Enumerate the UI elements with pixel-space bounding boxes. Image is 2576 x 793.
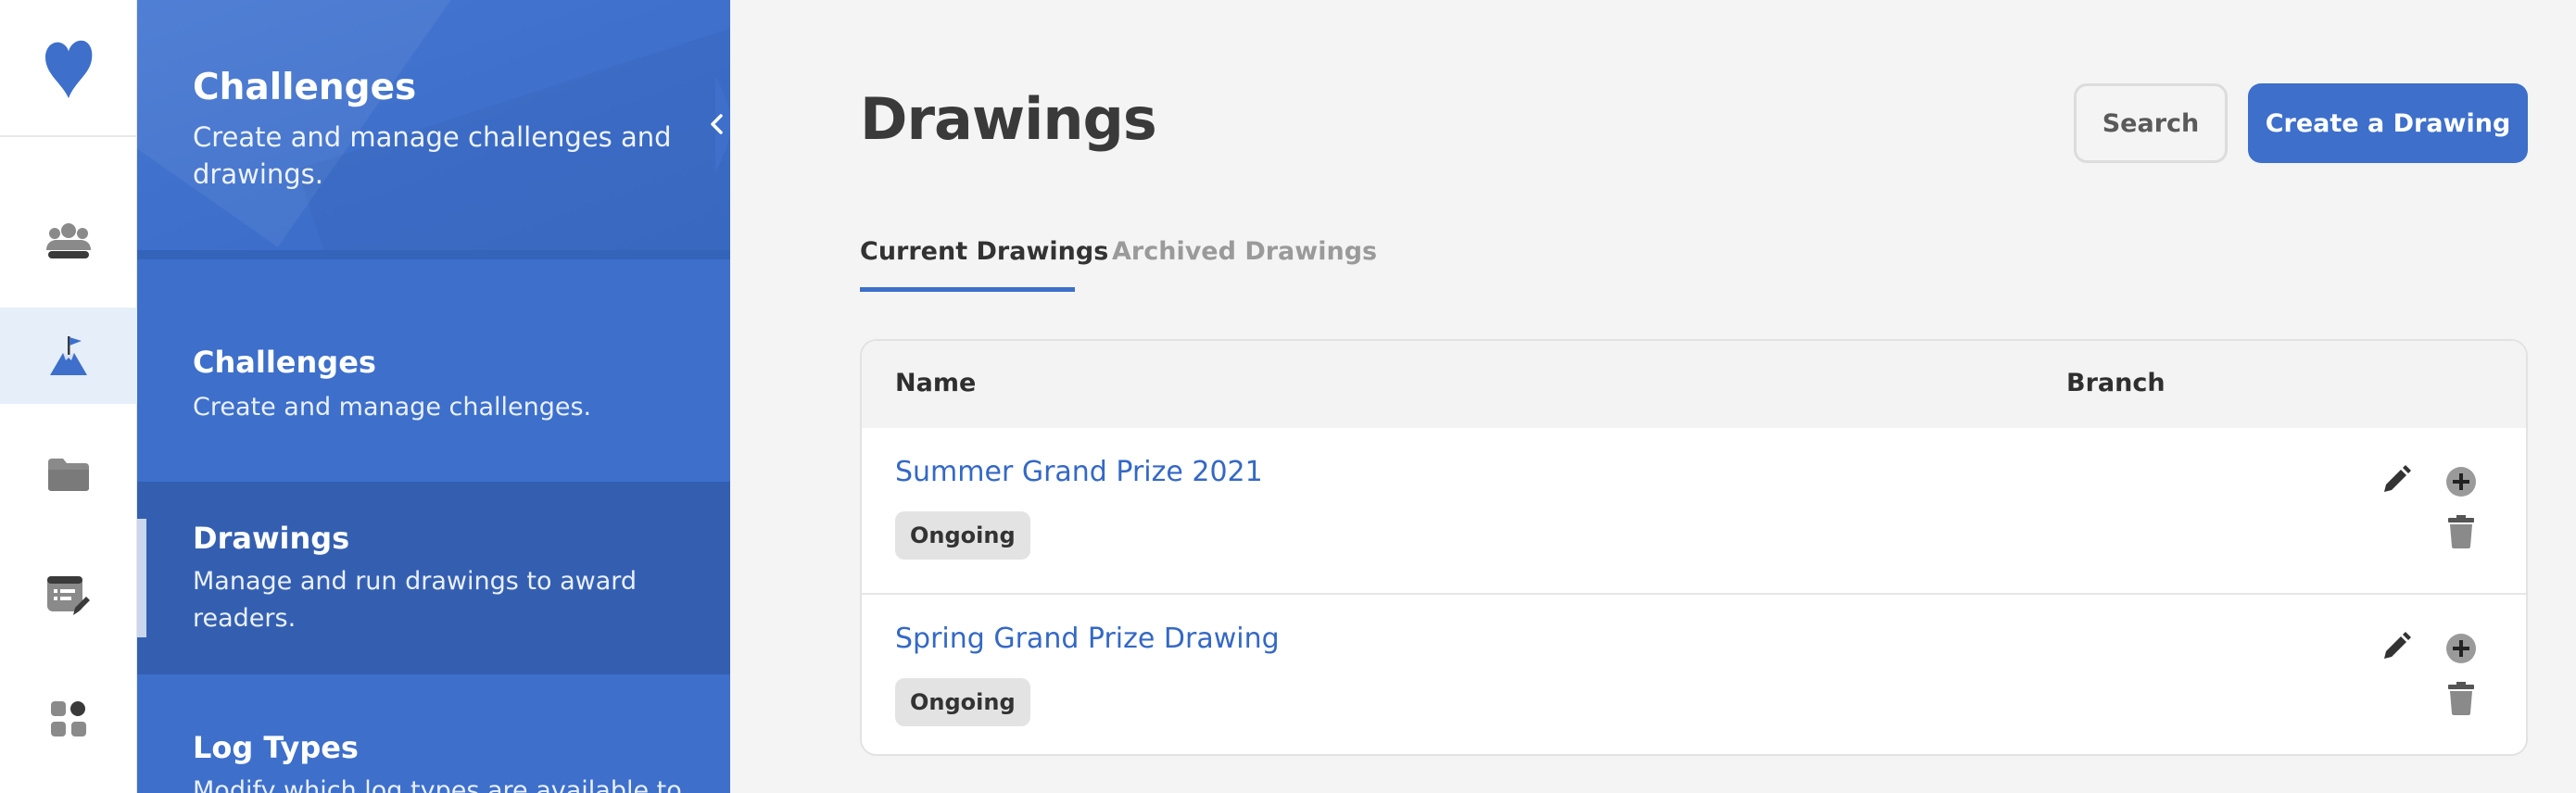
folder-icon [48, 459, 89, 491]
delete-button[interactable] [2443, 680, 2480, 717]
submenu-title: Challenges [193, 67, 417, 108]
rail-reports[interactable] [0, 548, 137, 645]
collapse-sidebar-button[interactable] [711, 76, 752, 172]
submenu-description: Create and manage challenges and drawing… [193, 121, 672, 190]
icon-rail [0, 0, 137, 793]
apps-grid-icon [51, 701, 86, 736]
nav-item-drawings[interactable]: Drawings Manage and run drawings to awar… [137, 482, 730, 674]
status-badge: Ongoing [895, 678, 1030, 726]
rail-participants[interactable] [0, 193, 137, 289]
nav-item-description: Manage and run drawings to award readers… [193, 567, 638, 633]
table-row: Summer Grand Prize 2021 Ongoing [862, 428, 2526, 593]
heart-logo-icon [45, 40, 93, 98]
trash-icon [2448, 515, 2474, 548]
logo[interactable] [0, 0, 137, 137]
nav-item-challenges[interactable]: Challenges Create and manage challenges. [137, 306, 730, 482]
rail-challenges[interactable] [0, 308, 137, 404]
plus-circle-icon [2446, 467, 2476, 497]
challenge-flag-icon [50, 336, 87, 375]
drawing-name-link[interactable]: Spring Grand Prize Drawing [895, 623, 1280, 655]
active-indicator [137, 519, 146, 637]
pencil-icon [2384, 465, 2411, 492]
nav-item-title: Log Types [193, 730, 359, 765]
trash-icon [2448, 682, 2474, 715]
add-button[interactable] [2443, 463, 2480, 500]
edit-button[interactable] [2378, 628, 2415, 665]
rail-resources[interactable] [0, 426, 137, 522]
plus-circle-icon [2446, 634, 2476, 663]
chevron-left-icon [711, 114, 723, 134]
nav-item-title: Drawings [193, 521, 350, 556]
drawing-name-link[interactable]: Summer Grand Prize 2021 [895, 456, 1263, 488]
delete-button[interactable] [2443, 513, 2480, 550]
tab-current-drawings[interactable]: Current Drawings [860, 237, 1108, 266]
add-button[interactable] [2443, 630, 2480, 667]
edit-button[interactable] [2378, 461, 2415, 498]
nav-item-log-types[interactable]: Log Types Modify which log types are ava… [137, 674, 730, 793]
nav-item-title: Challenges [193, 345, 376, 380]
column-header-name[interactable]: Name [895, 369, 976, 397]
active-tab-indicator [860, 287, 1075, 292]
create-drawing-button[interactable]: Create a Drawing [2248, 83, 2528, 163]
column-header-branch[interactable]: Branch [2066, 369, 2166, 397]
report-edit-icon [47, 576, 90, 615]
status-badge: Ongoing [895, 511, 1030, 560]
pencil-icon [2384, 632, 2411, 659]
page-title: Drawings [860, 85, 1157, 153]
drawings-table: Name Branch Summer Grand Prize 2021 Ongo… [860, 339, 2528, 756]
tab-archived-drawings[interactable]: Archived Drawings [1112, 237, 1377, 266]
search-button[interactable]: Search [2074, 83, 2228, 163]
submenu-panel: Challenges Create and manage challenges … [137, 0, 730, 793]
table-row: Spring Grand Prize Drawing Ongoing [862, 593, 2526, 754]
rail-apps[interactable] [0, 671, 137, 767]
nav-item-description: Modify which log types are available to [193, 776, 682, 793]
participants-icon [46, 223, 91, 258]
table-header: Name Branch [862, 341, 2526, 428]
submenu-header: Challenges Create and manage challenges … [137, 0, 730, 259]
nav-item-description: Create and manage challenges. [193, 393, 592, 422]
